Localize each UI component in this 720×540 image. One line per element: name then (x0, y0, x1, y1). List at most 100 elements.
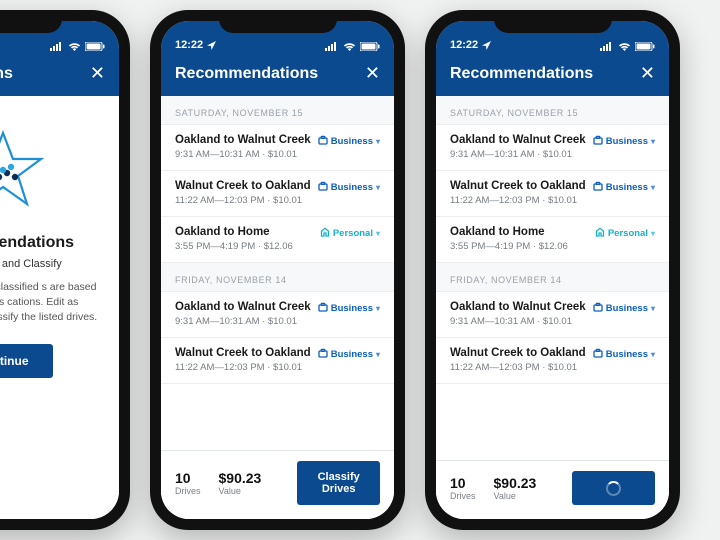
drive-row[interactable]: Oakland to Home 3:55 PM—4:19 PM · $12.06P… (436, 217, 669, 263)
close-icon[interactable]: ✕ (640, 63, 655, 84)
nav-title: Recommendations (450, 65, 593, 83)
drive-meta: 9:31 AM—10:31 AM · $10.01 (450, 149, 593, 160)
drive-title: Oakland to Walnut Creek (175, 301, 318, 313)
drive-row[interactable]: Walnut Creek to Oakland 11:22 AM—12:03 PM… (436, 171, 669, 217)
briefcase-icon (593, 135, 603, 148)
drive-title: Oakland to Home (450, 226, 595, 238)
wifi-icon (68, 42, 81, 51)
drive-title: Walnut Creek to Oakland (450, 180, 593, 192)
drive-row[interactable]: Oakland to Walnut Creek 9:31 AM—10:31 AM … (161, 125, 394, 171)
drive-title: Walnut Creek to Oakland (175, 180, 318, 192)
chevron-down-icon: ▾ (376, 350, 380, 359)
chevron-down-icon: ▾ (651, 183, 655, 192)
drive-meta: 9:31 AM—10:31 AM · $10.01 (450, 316, 593, 327)
chevron-down-icon: ▾ (376, 183, 380, 192)
drive-title: Oakland to Walnut Creek (450, 301, 593, 313)
navbar: Recommendations ✕ (161, 55, 394, 96)
classify-button-loading (572, 471, 655, 505)
stat-value: $90.23 Value (219, 470, 262, 496)
phone-list: 12:22 Recommendations ✕ SATURDAY, NOVEMB… (150, 10, 405, 530)
classification-tag[interactable]: Business▾ (593, 180, 655, 194)
location-icon (207, 41, 216, 50)
classification-tag[interactable]: Business▾ (318, 134, 380, 148)
navbar: emmendations ✕ (0, 55, 119, 96)
drive-row[interactable]: Walnut Creek to Oakland 11:22 AM—12:03 PM… (161, 171, 394, 217)
navbar: Recommendations ✕ (436, 55, 669, 96)
drive-row[interactable]: Walnut Creek to Oakland11:22 AM—12:03 PM… (161, 338, 394, 384)
drive-list[interactable]: SATURDAY, NOVEMBER 15Oakland to Walnut C… (436, 96, 669, 460)
drive-meta: 11:22 AM—12:03 PM · $10.01 (175, 195, 318, 206)
battery-icon (85, 42, 105, 51)
phone-intro: emmendations ✕ Recommendations teview, E… (0, 10, 130, 530)
briefcase-icon (318, 348, 328, 361)
close-icon[interactable]: ✕ (90, 63, 105, 84)
section-header: SATURDAY, NOVEMBER 15 (436, 96, 669, 125)
nav-title: emmendations (0, 65, 13, 83)
chevron-down-icon: ▾ (376, 137, 380, 146)
chevron-down-icon: ▾ (651, 229, 655, 238)
briefcase-icon (318, 181, 328, 194)
classification-tag[interactable]: Personal▾ (595, 226, 655, 240)
status-time: 12:22 (175, 39, 203, 51)
drive-meta: 9:31 AM—10:31 AM · $10.01 (175, 316, 318, 327)
drive-meta: 9:31 AM—10:31 AM · $10.01 (175, 149, 318, 160)
wifi-icon (343, 42, 356, 51)
stat-drives: 10 Drives (450, 475, 476, 501)
chevron-down-icon: ▾ (651, 137, 655, 146)
briefcase-icon (593, 348, 603, 361)
notch (0, 10, 62, 33)
briefcase-icon (593, 302, 603, 315)
classification-tag[interactable]: Business▾ (318, 301, 380, 315)
spinner-icon (606, 481, 621, 496)
classification-tag[interactable]: Business▾ (318, 180, 380, 194)
status-time: 12:22 (450, 39, 478, 51)
chevron-down-icon: ▾ (376, 304, 380, 313)
battery-icon (635, 42, 655, 51)
intro-heading: Recommendations (0, 234, 103, 252)
drive-title: Oakland to Walnut Creek (175, 134, 318, 146)
notch (219, 10, 337, 33)
classification-tag[interactable]: Business▾ (593, 347, 655, 361)
classification-tag[interactable]: Business▾ (593, 301, 655, 315)
classification-tag[interactable]: Business▾ (593, 134, 655, 148)
battery-icon (360, 42, 380, 51)
drive-row[interactable]: Walnut Creek to Oakland11:22 AM—12:03 PM… (436, 338, 669, 384)
location-icon (482, 41, 491, 50)
drive-row[interactable]: Oakland to Walnut Creek 9:31 AM—10:31 AM … (161, 292, 394, 338)
signal-icon (600, 42, 614, 51)
drive-title: Oakland to Walnut Creek (450, 134, 593, 146)
drive-row[interactable]: Oakland to Walnut Creek 9:31 AM—10:31 AM … (436, 125, 669, 171)
classification-tag[interactable]: Business▾ (318, 347, 380, 361)
signal-icon (325, 42, 339, 51)
drive-row[interactable]: Oakland to Walnut Creek 9:31 AM—10:31 AM … (436, 292, 669, 338)
home-icon (320, 227, 330, 240)
drive-meta: 3:55 PM—4:19 PM · $12.06 (175, 241, 320, 252)
phone-loading: 12:22 Recommendations ✕ SATURDAY, NOVEMB… (425, 10, 680, 530)
star-illustration (0, 114, 103, 224)
chevron-down-icon: ▾ (651, 304, 655, 313)
stat-value: $90.23 Value (494, 475, 537, 501)
drive-list[interactable]: SATURDAY, NOVEMBER 15Oakland to Walnut C… (161, 96, 394, 450)
signal-icon (50, 42, 64, 51)
drive-title: Oakland to Home (175, 226, 320, 238)
continue-button[interactable]: Continue (0, 344, 53, 378)
section-header: FRIDAY, NOVEMBER 14 (436, 263, 669, 292)
briefcase-icon (593, 181, 603, 194)
intro-tagline: teview, Edit and Classify (0, 258, 103, 270)
home-icon (595, 227, 605, 240)
drive-meta: 11:22 AM—12:03 PM · $10.01 (175, 362, 318, 373)
drive-meta: 3:55 PM—4:19 PM · $12.06 (450, 241, 595, 252)
drive-meta: 11:22 AM—12:03 PM · $10.01 (450, 195, 593, 206)
drive-row[interactable]: Oakland to Home 3:55 PM—4:19 PM · $12.06P… (161, 217, 394, 263)
drive-title: Walnut Creek to Oakland (450, 347, 593, 359)
classify-button[interactable]: Classify Drives (297, 461, 380, 505)
summary-footer: 10 Drives $90.23 Value (436, 460, 669, 519)
classification-tag[interactable]: Personal▾ (320, 226, 380, 240)
wifi-icon (618, 42, 631, 51)
section-header: SATURDAY, NOVEMBER 15 (161, 96, 394, 125)
stat-drives: 10 Drives (175, 470, 201, 496)
intro-body: mmedations for unclassified s are based … (0, 280, 103, 326)
nav-title: Recommendations (175, 65, 318, 83)
close-icon[interactable]: ✕ (365, 63, 380, 84)
chevron-down-icon: ▾ (651, 350, 655, 359)
